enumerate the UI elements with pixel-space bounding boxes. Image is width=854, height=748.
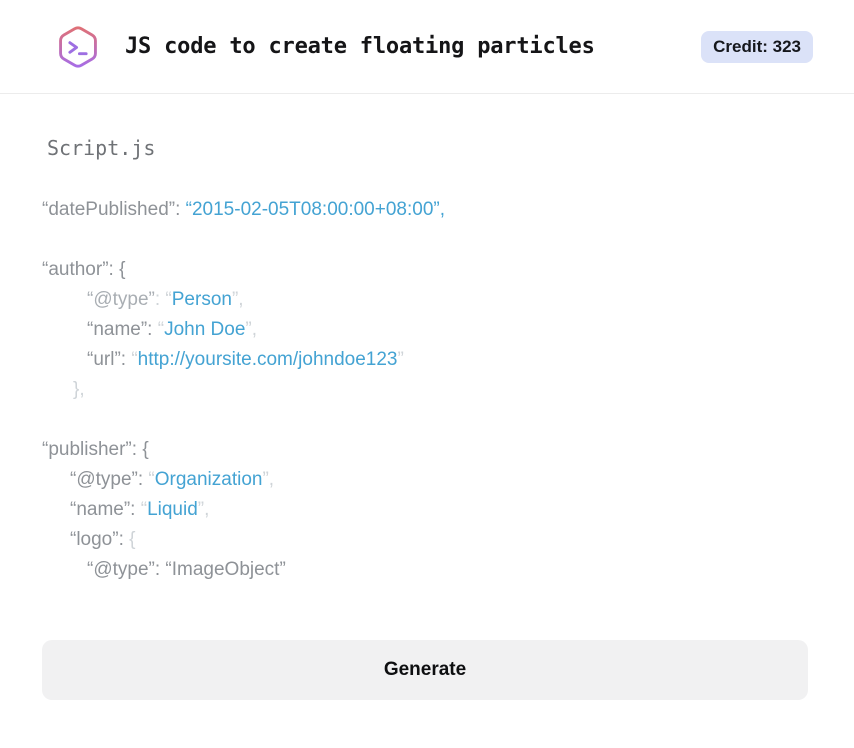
code-line: “publisher”: { bbox=[42, 435, 808, 465]
code-token: John Doe bbox=[164, 319, 246, 340]
code-token: Liquid bbox=[147, 499, 198, 520]
code-token: “url”: bbox=[87, 349, 132, 370]
code-token: “logo”: bbox=[70, 529, 130, 550]
code-line: “datePublished”: “2015-02-05T08:00:00+08… bbox=[42, 195, 808, 225]
code-token: : bbox=[154, 289, 166, 310]
code-line: “logo”: { bbox=[42, 525, 808, 555]
code-token: “author”: { bbox=[42, 259, 126, 280]
code-token: “@type” bbox=[87, 289, 155, 310]
code-line: “url”: “http://yoursite.com/johndoe123” bbox=[42, 345, 808, 375]
header: JS code to create floating particles Cre… bbox=[0, 0, 854, 94]
code-block: “datePublished”: “2015-02-05T08:00:00+08… bbox=[42, 195, 808, 585]
code-token: ”, bbox=[231, 289, 244, 310]
code-token: “@type”: bbox=[70, 469, 149, 490]
code-token: “@type”: “ImageObject” bbox=[87, 559, 286, 580]
code-line: “@type”: “Organization”, bbox=[42, 465, 808, 495]
code-token: ”, bbox=[262, 469, 275, 490]
code-token: http://yoursite.com/johndoe123 bbox=[137, 349, 398, 370]
code-line: “name”: “Liquid”, bbox=[42, 495, 808, 525]
code-token: { bbox=[129, 529, 136, 550]
credit-badge: Credit: 323 bbox=[701, 30, 813, 63]
code-token: “name”: bbox=[70, 499, 141, 520]
code-token: Person bbox=[171, 289, 232, 310]
code-token: Organization bbox=[154, 469, 263, 490]
generate-button[interactable]: Generate bbox=[42, 640, 808, 700]
code-token: “2015-02-05T08:00:00+08:00”, bbox=[185, 199, 445, 220]
filename-heading: Script.js bbox=[47, 136, 156, 160]
code-line: “@type”: “ImageObject” bbox=[42, 555, 808, 585]
code-token: “name”: bbox=[87, 319, 158, 340]
code-line: “author”: { bbox=[42, 255, 808, 285]
code-token: “datePublished”: bbox=[42, 199, 186, 220]
code-token: }, bbox=[73, 379, 85, 400]
code-token: ”, bbox=[197, 499, 210, 520]
code-line: }, bbox=[42, 375, 808, 405]
terminal-hexagon-icon bbox=[59, 25, 97, 68]
page-title: JS code to create floating particles bbox=[125, 34, 595, 59]
main-content: Script.js “datePublished”: “2015-02-05T0… bbox=[0, 94, 854, 700]
code-token: “publisher”: { bbox=[42, 439, 149, 460]
code-line: “@type”: “Person”, bbox=[42, 285, 808, 315]
code-token: ” bbox=[397, 349, 404, 370]
code-line: “name”: “John Doe”, bbox=[42, 315, 808, 345]
code-token: ”, bbox=[245, 319, 258, 340]
